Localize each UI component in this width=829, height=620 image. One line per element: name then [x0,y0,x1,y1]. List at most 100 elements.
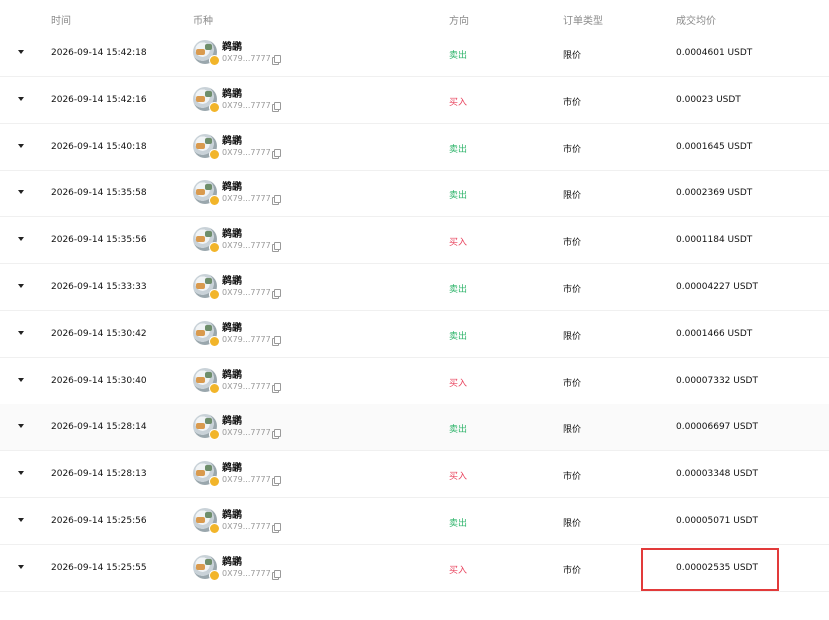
row-time: 2026-09-14 15:40:18 [51,141,147,152]
header-direction: 方向 [449,16,469,27]
table-header: 时间 币种 方向 订单类型 成交均价 [0,0,829,32]
expand-caret-icon[interactable] [18,377,24,382]
coin-name: 鹈鹕 [222,182,242,194]
copy-icon[interactable] [272,55,281,65]
copy-icon[interactable] [272,195,281,206]
coin-logo-icon [193,367,220,394]
table-row[interactable]: 2026-09-14 15:28:13 鹈鹕 0X79...7777 买入 市价… [0,451,829,499]
coin-logo-icon [193,227,220,254]
row-direction: 买入 [449,472,468,483]
expand-caret-icon[interactable] [18,284,24,288]
coin-name: 鹈鹕 [222,135,242,147]
expand-caret-icon[interactable] [18,330,24,335]
row-order-type: 市价 [563,472,582,483]
table-row[interactable]: 2026-09-14 15:35:56 鹈鹕 0X79...7777 买入 市价… [0,217,829,265]
row-time: 2026-09-14 15:35:56 [51,235,147,246]
chain-badge-icon [209,55,220,66]
coin-name: 鹈鹕 [222,88,242,100]
row-time: 2026-09-14 15:30:40 [51,375,147,386]
row-direction: 卖出 [449,191,468,202]
table-row[interactable]: 2026-09-14 15:28:14 鹈鹕 0X79...7777 卖出 限价… [0,404,829,452]
coin-address: 0X79...7777 [222,522,271,531]
header-order-type: 订单类型 [563,16,603,27]
coin-logo-icon [193,86,220,113]
header-time: 时间 [51,16,71,27]
row-direction: 卖出 [449,331,468,342]
row-avg-price: 0.00023 USDT [676,94,741,105]
copy-icon[interactable] [272,335,281,346]
copy-icon[interactable] [272,523,281,533]
row-direction: 卖出 [449,51,468,61]
coin-address: 0X79...7777 [222,334,271,344]
coin-address: 0X79...7777 [222,568,271,578]
table-row[interactable]: 2026-09-14 15:42:18 鹈鹕 0X79...7777 卖出 限价… [0,30,829,77]
expand-caret-icon[interactable] [18,237,24,242]
row-avg-price: 0.00004227 USDT [676,282,758,292]
row-direction: 买入 [449,238,468,249]
expand-caret-icon[interactable] [18,424,24,429]
row-avg-price: 0.0002369 USDT [676,188,753,199]
table-row[interactable]: 2026-09-14 15:35:58 鹈鹕 0X79...7777 卖出 限价… [0,170,829,218]
coin-address: 0X79...7777 [222,54,271,63]
expand-caret-icon[interactable] [18,96,24,101]
chain-badge-icon [209,523,220,534]
row-time: 2026-09-14 15:25:56 [51,516,147,526]
table-row[interactable]: 2026-09-14 15:40:18 鹈鹕 0X79...7777 卖出 市价… [0,124,829,171]
row-order-type: 市价 [563,238,582,249]
row-order-type: 限价 [563,331,582,342]
expand-caret-icon[interactable] [18,50,24,54]
coin-name: 鹈鹕 [222,229,242,241]
row-time: 2026-09-14 15:30:42 [51,328,147,339]
copy-icon[interactable] [272,382,281,393]
copy-icon[interactable] [272,242,281,253]
coin-name: 鹈鹕 [222,463,242,475]
copy-icon[interactable] [272,569,281,580]
chain-badge-icon [209,242,220,254]
expand-caret-icon[interactable] [18,564,24,569]
coin-name: 鹈鹕 [222,369,242,381]
chain-badge-icon [209,382,220,394]
table-row[interactable]: 2026-09-14 15:30:40 鹈鹕 0X79...7777 买入 市价… [0,358,829,405]
highlight-box [641,548,779,591]
expand-caret-icon[interactable] [18,518,24,522]
copy-icon[interactable] [272,101,281,112]
row-time: 2026-09-14 15:35:58 [51,188,147,199]
chain-badge-icon [209,569,220,581]
coin-address: 0X79...7777 [222,428,271,438]
chain-badge-icon [209,195,220,207]
row-avg-price: 0.00006697 USDT [676,422,758,433]
row-avg-price: 0.0004601 USDT [676,48,753,58]
coin-name: 鹈鹕 [222,42,242,53]
coin-name: 鹈鹕 [222,276,242,287]
header-avg-price: 成交均价 [676,16,716,27]
row-direction: 卖出 [449,519,468,529]
row-time: 2026-09-14 15:33:33 [51,282,147,292]
table-row[interactable]: 2026-09-14 15:33:33 鹈鹕 0X79...7777 卖出 市价… [0,264,829,311]
coin-address: 0X79...7777 [222,241,271,251]
expand-caret-icon[interactable] [18,471,24,476]
expand-caret-icon[interactable] [18,190,24,195]
row-direction: 卖出 [449,144,468,155]
coin-address: 0X79...7777 [222,194,271,204]
row-order-type: 市价 [563,144,582,155]
coin-logo-icon [193,461,220,488]
copy-icon[interactable] [272,429,281,440]
table-row[interactable]: 2026-09-14 15:42:16 鹈鹕 0X79...7777 买入 市价… [0,77,829,124]
row-avg-price: 0.0001184 USDT [676,235,753,246]
row-direction: 卖出 [449,425,468,436]
table-row[interactable]: 2026-09-14 15:30:42 鹈鹕 0X79...7777 卖出 限价… [0,311,829,358]
copy-icon[interactable] [272,476,281,487]
expand-caret-icon[interactable] [18,143,24,148]
coin-name: 鹈鹕 [222,416,242,428]
row-order-type: 限价 [563,191,582,202]
coin-logo-icon [193,40,220,66]
copy-icon[interactable] [272,289,281,299]
coin-logo-icon [193,180,220,207]
row-order-type: 市价 [563,285,582,295]
row-order-type: 市价 [563,565,582,576]
row-direction: 买入 [449,565,468,576]
coin-logo-icon [193,320,220,347]
copy-icon[interactable] [272,148,281,159]
table-row[interactable]: 2026-09-14 15:25:56 鹈鹕 0X79...7777 卖出 限价… [0,498,829,545]
row-time: 2026-09-14 15:42:16 [51,94,147,105]
